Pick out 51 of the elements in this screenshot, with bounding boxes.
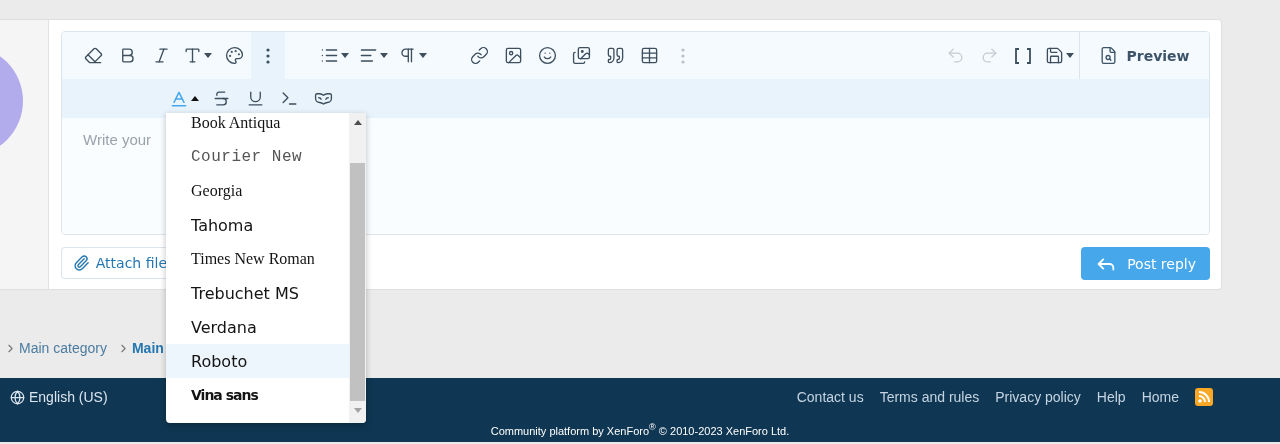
message-placeholder: Write your bbox=[83, 131, 152, 148]
eraser-icon bbox=[83, 46, 103, 65]
paperclip-icon bbox=[73, 254, 90, 272]
strikethrough-icon bbox=[211, 89, 231, 108]
font-option[interactable]: Georgia bbox=[166, 174, 349, 208]
scrollbar-thumb[interactable] bbox=[350, 163, 365, 401]
font-option[interactable]: Courier New bbox=[166, 140, 349, 174]
more-icon bbox=[266, 47, 270, 64]
paragraph-icon bbox=[398, 46, 417, 65]
footer-link[interactable]: Contact us bbox=[796, 389, 864, 405]
brackets-icon bbox=[1014, 47, 1032, 64]
smiley-icon bbox=[537, 46, 557, 65]
footer-link[interactable]: Terms and rules bbox=[879, 389, 980, 405]
palette-icon bbox=[224, 46, 244, 65]
document-search-icon bbox=[1099, 46, 1119, 65]
breadcrumb-link[interactable]: Main category bbox=[19, 340, 107, 356]
more-icon bbox=[681, 47, 685, 64]
caret-icon bbox=[380, 53, 388, 58]
save-icon bbox=[1045, 46, 1064, 65]
caret-icon bbox=[419, 53, 427, 58]
caret-icon bbox=[1066, 53, 1074, 58]
image-icon bbox=[503, 46, 523, 65]
terminal-icon bbox=[279, 89, 299, 108]
copyright-text: Community platform by XenForo$^{®}$ © 2010-2023 XenForo Ltd. bbox=[490, 424, 790, 437]
font-option[interactable]: Vina sans bbox=[166, 378, 349, 412]
images-icon bbox=[571, 46, 591, 65]
font-option[interactable]: Verdana bbox=[166, 310, 349, 344]
text-size-icon bbox=[183, 46, 202, 65]
rss-icon[interactable] bbox=[1195, 388, 1213, 406]
caret-icon bbox=[204, 53, 212, 58]
caret-icon bbox=[191, 96, 199, 101]
scroll-down-icon bbox=[353, 408, 362, 413]
redo-icon bbox=[979, 46, 999, 65]
table-icon bbox=[639, 46, 659, 65]
link-icon bbox=[469, 46, 489, 65]
font-option[interactable]: Times New Roman bbox=[166, 242, 349, 276]
scroll-up-icon bbox=[353, 120, 362, 125]
font-option[interactable]: Roboto bbox=[166, 344, 349, 378]
globe-icon bbox=[10, 389, 25, 405]
list-icon bbox=[320, 46, 339, 65]
scrollbar[interactable] bbox=[349, 113, 366, 423]
language-link[interactable]: English (US) bbox=[10, 389, 108, 405]
caret-icon bbox=[341, 53, 349, 58]
attach-files-button[interactable]: Attach file bbox=[61, 247, 167, 279]
footer-link[interactable]: Help bbox=[1096, 389, 1126, 405]
quote-icon bbox=[605, 46, 625, 65]
breadcrumb-link[interactable]: Main bbox=[131, 340, 164, 356]
font-option[interactable]: Trebuchet MS bbox=[166, 276, 349, 310]
align-icon bbox=[359, 46, 378, 65]
footer-link[interactable]: Home bbox=[1141, 389, 1179, 405]
footer-link[interactable]: Privacy policy bbox=[995, 389, 1081, 405]
